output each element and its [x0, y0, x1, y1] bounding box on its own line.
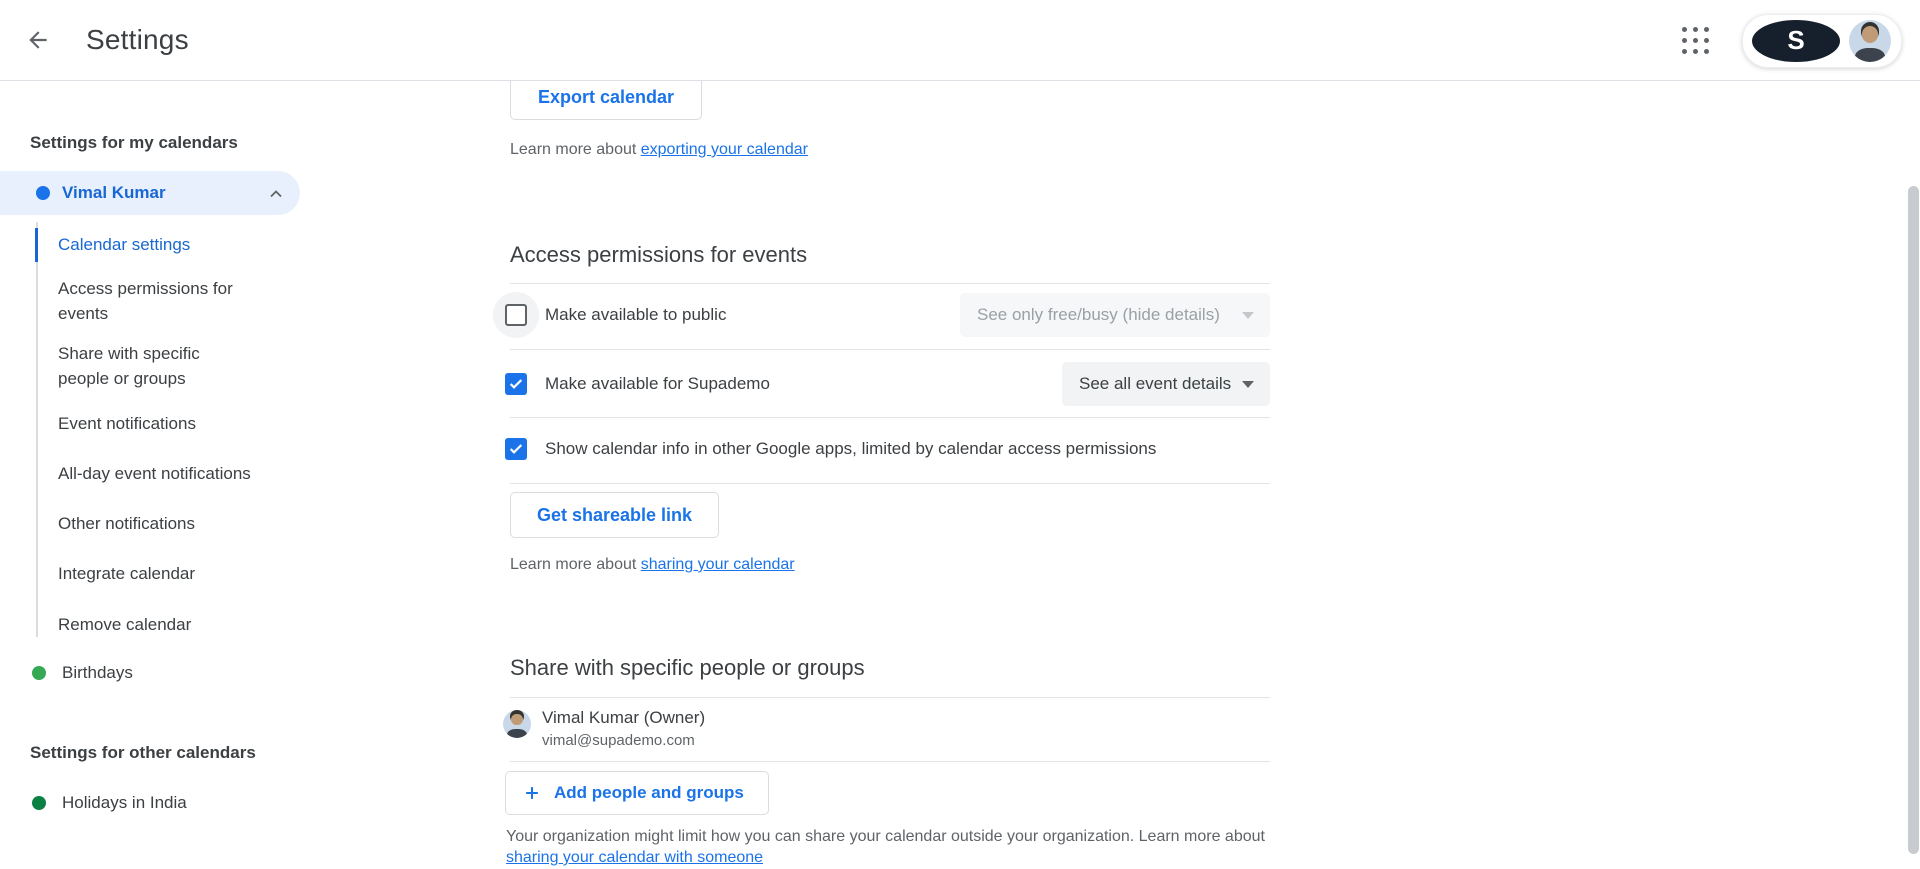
app-header: Settings S — [0, 0, 1920, 81]
apps-grid-icon[interactable] — [1682, 27, 1709, 54]
supademo-logo: S — [1752, 20, 1840, 62]
show-calendar-info-checkbox[interactable] — [505, 438, 527, 460]
add-people-label: Add people and groups — [554, 783, 744, 802]
sharing-your-calendar-link[interactable]: sharing your calendar — [641, 556, 795, 573]
sidebar-item-other-notifications[interactable]: Other notifications — [58, 511, 258, 537]
avatar-torso — [1855, 48, 1885, 62]
calendar-color-dot — [36, 186, 50, 200]
export-learn-more-line: Learn more about exporting your calendar — [510, 138, 808, 162]
sidebar-calendar-birthdays[interactable]: Birthdays — [62, 660, 133, 686]
owner-avatar — [503, 710, 531, 738]
sidebar-active-indicator — [35, 228, 38, 262]
make-available-to-public-label: Make available to public — [545, 305, 727, 324]
divider — [510, 349, 1270, 350]
get-shareable-link-button[interactable]: Get shareable link — [510, 492, 720, 538]
avatar-face — [1861, 25, 1879, 43]
sidebar-item-share-with-specific[interactable]: Share with specific people or groups — [58, 341, 253, 391]
public-visibility-select[interactable]: See only free/busy (hide details) — [960, 293, 1270, 337]
owner-name: Vimal Kumar (Owner) — [542, 708, 706, 727]
export-learn-prefix: Learn more about — [510, 141, 641, 158]
user-avatar[interactable] — [1849, 20, 1891, 62]
owner-email: vimal@supademo.com — [542, 732, 695, 749]
org-share-note-link: sharing your calendar with someone — [506, 847, 763, 868]
check-icon — [509, 379, 523, 389]
back-arrow-icon — [29, 31, 47, 49]
my-calendars-heading: Settings for my calendars — [30, 133, 238, 152]
sidebar-calendar-holidays-in-india[interactable]: Holidays in India — [62, 790, 187, 816]
sharing-learn-prefix: Learn more about — [510, 556, 641, 573]
vertical-scrollbar-thumb[interactable] — [1908, 186, 1919, 854]
dropdown-arrow-icon — [1242, 381, 1254, 388]
share-with-specific-heading: Share with specific people or groups — [510, 655, 865, 680]
sharing-learn-more-line: Learn more about sharing your calendar — [510, 553, 795, 577]
sidebar-rail — [36, 222, 38, 637]
exporting-your-calendar-link[interactable]: exporting your calendar — [641, 141, 808, 158]
org-share-note: Your organization might limit how you ca… — [506, 828, 1265, 845]
account-chip[interactable]: S — [1742, 14, 1902, 68]
check-icon — [509, 444, 523, 454]
calendar-name: Vimal Kumar — [62, 183, 166, 202]
divider — [510, 417, 1270, 418]
make-available-for-supademo-label: Make available for Supademo — [545, 374, 770, 393]
add-people-and-groups-button[interactable]: Add people and groups — [505, 771, 769, 815]
sidebar-item-integrate-calendar[interactable]: Integrate calendar — [58, 561, 258, 587]
chevron-up-icon[interactable] — [266, 184, 286, 209]
sidebar-item-all-day-event-notifications[interactable]: All-day event notifications — [58, 461, 258, 487]
other-calendars-heading: Settings for other calendars — [30, 743, 256, 762]
supademo-visibility-value: See all event details — [1079, 374, 1232, 393]
divider — [510, 283, 1270, 284]
divider — [510, 761, 1270, 762]
holidays-color-dot — [32, 796, 46, 810]
sidebar-item-access-permissions[interactable]: Access permissions for events — [58, 276, 253, 326]
avatar-torso — [507, 728, 527, 738]
show-calendar-info-label: Show calendar info in other Google apps,… — [545, 439, 1157, 458]
sidebar-calendar-vimal-kumar[interactable]: Vimal Kumar — [0, 171, 300, 215]
supademo-logo-letter: S — [1787, 24, 1805, 55]
sharing-with-someone-link[interactable]: sharing your calendar with someone — [506, 849, 763, 866]
sidebar-item-remove-calendar[interactable]: Remove calendar — [58, 612, 258, 638]
google-calendar-settings-page: Export calendar Learn more about exporti… — [0, 0, 1920, 869]
avatar-face — [511, 713, 523, 726]
divider — [510, 483, 1270, 484]
access-permissions-heading: Access permissions for events — [510, 242, 808, 267]
dropdown-arrow-icon — [1242, 312, 1254, 319]
supademo-visibility-select[interactable]: See all event details — [1062, 362, 1270, 406]
sidebar-item-calendar-settings[interactable]: Calendar settings — [58, 232, 258, 258]
page-title: Settings — [86, 24, 189, 55]
public-visibility-value: See only free/busy (hide details) — [977, 305, 1220, 324]
make-available-for-supademo-checkbox[interactable] — [505, 373, 527, 395]
back-button[interactable] — [14, 16, 62, 64]
divider — [510, 697, 1270, 698]
plus-icon — [522, 783, 542, 803]
birthdays-color-dot — [32, 666, 46, 680]
make-available-to-public-checkbox[interactable] — [505, 304, 527, 326]
sidebar-item-event-notifications[interactable]: Event notifications — [58, 411, 258, 437]
